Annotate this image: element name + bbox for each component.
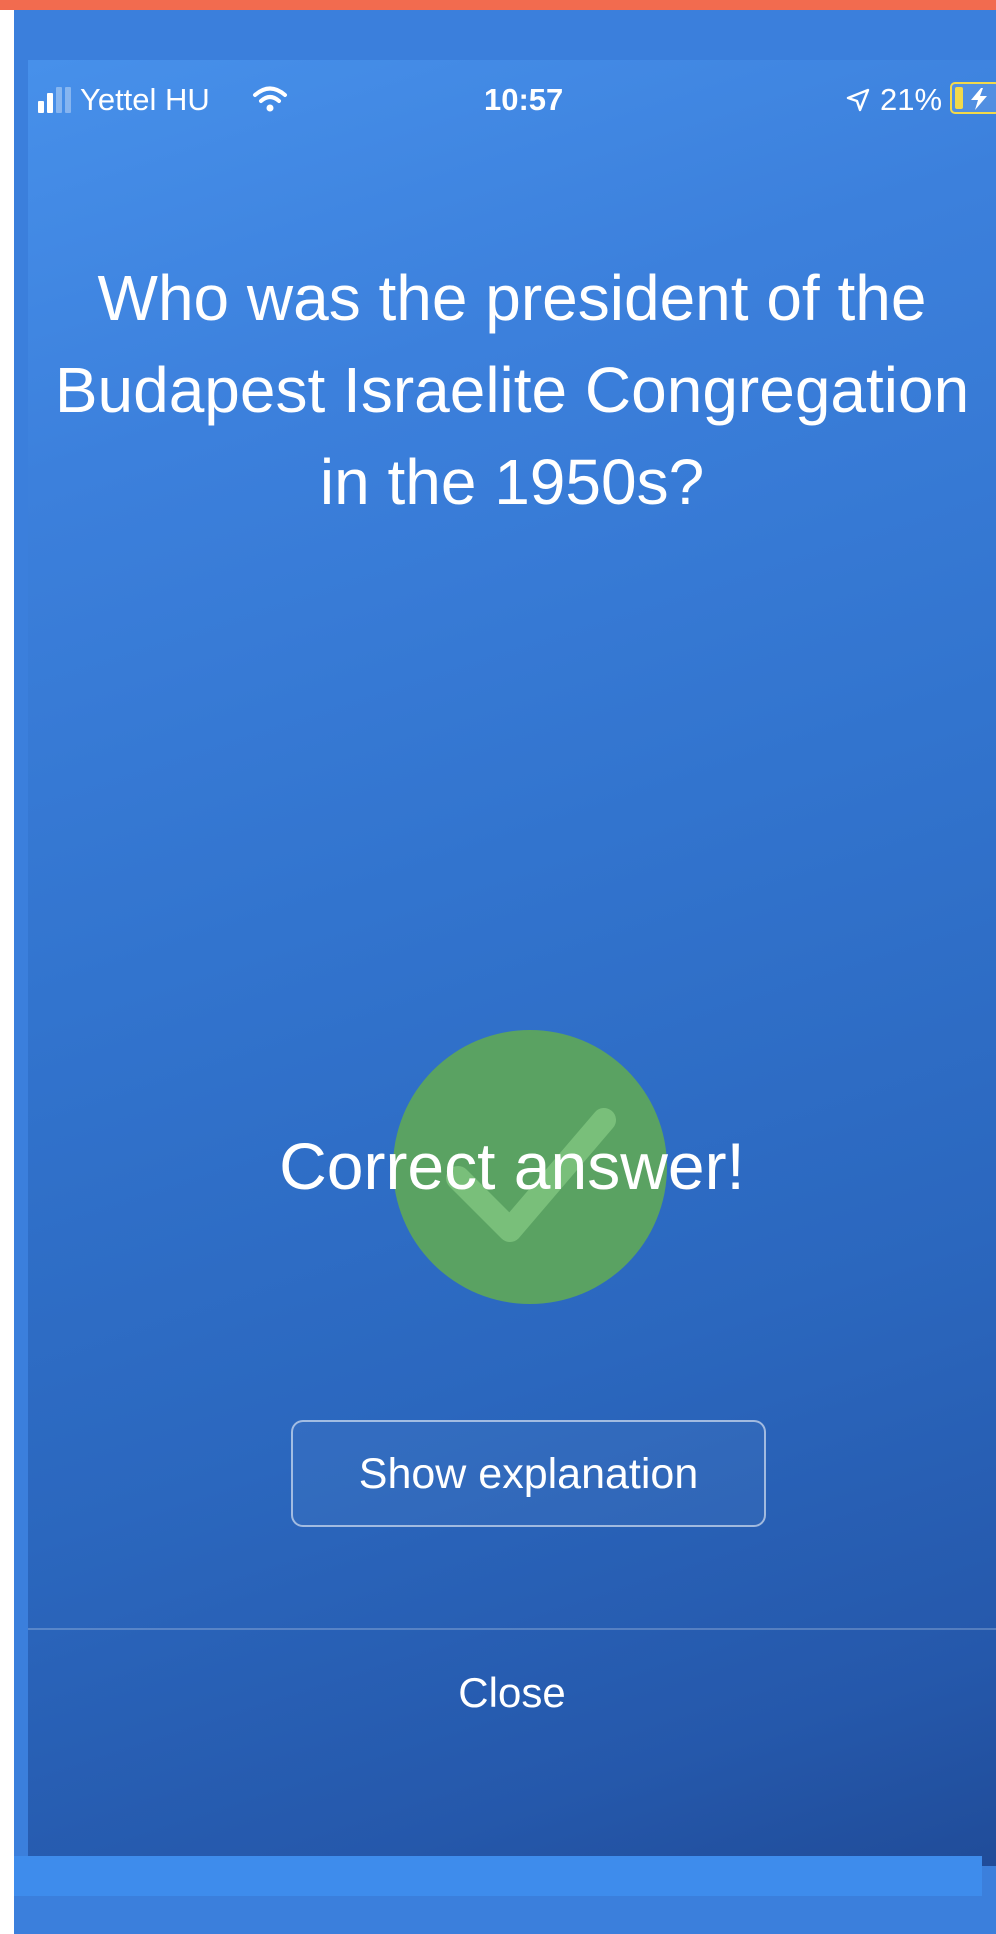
quiz-question: Who was the president of the Budapest Is…	[54, 262, 970, 518]
close-button[interactable]: Close	[28, 1638, 996, 1748]
top-accent-strip	[0, 0, 996, 10]
battery-charging-icon	[950, 82, 996, 114]
wifi-icon	[253, 86, 287, 112]
carrier-name: Yettel HU	[80, 82, 210, 117]
phone-frame: Yettel HU 10:57 21% Who was the presiden…	[14, 10, 996, 1934]
left-frame-edge	[0, 10, 14, 1934]
bottom-bar	[14, 1856, 982, 1896]
status-bar: Yettel HU 10:57 21%	[28, 60, 996, 140]
show-explanation-button[interactable]: Show explanation	[291, 1420, 766, 1527]
clock-time: 10:57	[484, 82, 564, 117]
result-message: Correct answer!	[279, 1129, 745, 1203]
location-arrow-icon	[846, 88, 870, 112]
quiz-result-screen: Yettel HU 10:57 21% Who was the presiden…	[28, 60, 996, 1866]
divider	[28, 1628, 996, 1630]
signal-bars-icon	[38, 85, 72, 113]
battery-percentage: 21%	[880, 82, 943, 117]
